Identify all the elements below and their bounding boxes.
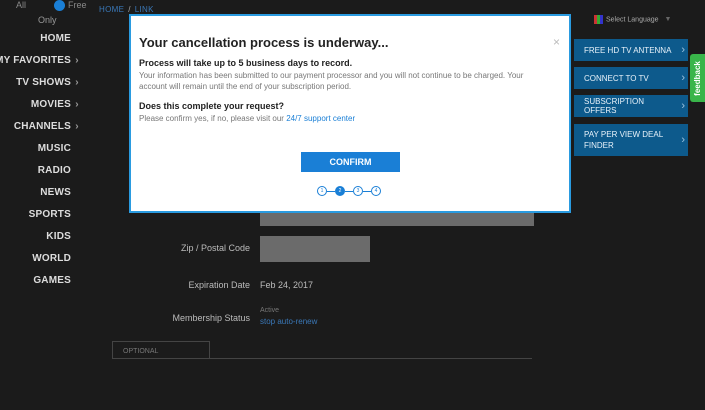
- chevron-right-icon: ›: [681, 72, 685, 84]
- step-2: 2: [335, 186, 345, 196]
- modal-body-support: Please confirm yes, if no, please visit …: [139, 113, 549, 124]
- nav-label: WORLD: [32, 253, 71, 264]
- nav-item-sports[interactable]: SPORTS: [0, 209, 81, 231]
- cancellation-modal: Your cancellation process is underway...…: [129, 14, 571, 213]
- breadcrumb-current: LINK: [134, 5, 154, 14]
- modal-body-info: Your information has been submitted to o…: [139, 71, 524, 91]
- expiration-label: Expiration Date: [188, 280, 250, 290]
- breadcrumb: HOME / LINK: [99, 5, 154, 14]
- close-icon[interactable]: ×: [553, 35, 560, 49]
- nav-item-radio[interactable]: RADIO: [0, 165, 81, 187]
- chevron-right-icon: ›: [75, 77, 79, 88]
- nav-label: NEWS: [40, 187, 71, 198]
- chevron-right-icon: ›: [75, 55, 79, 66]
- nav-item-my-favorites[interactable]: MY FAVORITES ›: [0, 55, 81, 77]
- nav-label: HOME: [40, 33, 71, 44]
- nav-item-news[interactable]: NEWS: [0, 187, 81, 209]
- modal-heading-process: Process will take up to 5 business days …: [139, 58, 353, 68]
- dropdown-caret-icon: ▼: [664, 16, 672, 24]
- language-label: Select Language: [606, 16, 659, 24]
- pay-per-view-deal-finder-button[interactable]: PAY PER VIEW DEAL FINDER ›: [574, 124, 688, 156]
- feedback-tab[interactable]: feedback: [690, 54, 705, 102]
- chevron-right-icon: ›: [681, 44, 685, 56]
- nav-item-music[interactable]: MUSIC: [0, 143, 81, 165]
- language-flag-icon: [594, 15, 603, 24]
- nav-label: MOVIES: [30, 99, 71, 110]
- nav-label: SPORTS: [28, 209, 71, 220]
- side-button-label: SUBSCRIPTION OFFERS: [584, 97, 645, 115]
- step-3: 3: [353, 186, 363, 196]
- step-connector: [363, 190, 371, 192]
- stop-auto-renew-link[interactable]: stop auto-renew: [260, 317, 317, 326]
- nav-label: MUSIC: [37, 143, 71, 154]
- nav-label: TV SHOWS: [16, 77, 71, 88]
- breadcrumb-separator: /: [128, 5, 131, 14]
- main-nav: HOME MY FAVORITES › TV SHOWS › MOVIES › CHA…: [0, 33, 81, 297]
- expiration-value: Feb 24, 2017: [260, 280, 314, 290]
- subscription-offers-button[interactable]: SUBSCRIPTION OFFERS ›: [574, 95, 688, 117]
- tabs-divider: [112, 358, 532, 359]
- nav-item-kids[interactable]: KIDS: [0, 231, 81, 253]
- membership-status: Active: [260, 307, 280, 314]
- connect-to-tv-button[interactable]: CONNECT TO TV ›: [574, 67, 688, 89]
- zip-field[interactable]: [260, 236, 370, 262]
- zip-label: Zip / Postal Code: [180, 243, 250, 253]
- nav-item-tv-shows[interactable]: TV SHOWS ›: [0, 77, 81, 99]
- step-1: 1: [317, 186, 327, 196]
- nav-label: CHANNELS: [13, 121, 71, 132]
- side-button-label: FREE HD TV ANTENNA: [584, 45, 672, 55]
- nav-item-channels[interactable]: CHANNELS ›: [0, 121, 81, 143]
- toggle-dot-icon: [54, 0, 66, 12]
- side-button-label: PAY PER VIEW DEAL FINDER: [584, 130, 663, 150]
- nav-item-world[interactable]: WORLD: [0, 253, 81, 275]
- breadcrumb-home[interactable]: HOME: [99, 5, 124, 14]
- support-center-link[interactable]: 24/7 support center: [286, 114, 355, 123]
- side-button-label: CONNECT TO TV: [584, 73, 649, 83]
- language-selector[interactable]: Select Language ▼: [594, 15, 671, 24]
- all-label: All: [16, 0, 27, 10]
- step-connector: [345, 190, 353, 192]
- free-label: Free: [68, 0, 87, 10]
- support-text: Please confirm yes, if no, please visit …: [139, 114, 287, 123]
- chevron-right-icon: ›: [75, 99, 79, 110]
- nav-item-movies[interactable]: MOVIES ›: [0, 99, 81, 121]
- chevron-right-icon: ›: [75, 121, 79, 132]
- only-label: Only: [38, 15, 57, 25]
- modal-heading-confirm: Does this complete your request?: [139, 101, 285, 111]
- step-connector: [327, 190, 335, 192]
- nav-label: KIDS: [46, 231, 71, 242]
- step-4: 4: [371, 186, 381, 196]
- progress-steps: 1 2 3 4: [317, 186, 381, 196]
- feedback-label: feedback: [693, 60, 702, 96]
- nav-label: GAMES: [33, 275, 71, 286]
- modal-title: Your cancellation process is underway...: [139, 35, 389, 50]
- free-hd-tv-antenna-button[interactable]: FREE HD TV ANTENNA ›: [574, 39, 688, 61]
- chevron-right-icon: ›: [681, 133, 685, 146]
- nav-label: RADIO: [37, 165, 71, 176]
- nav-item-home[interactable]: HOME: [0, 33, 81, 55]
- nav-label: MY FAVORITES: [0, 55, 71, 66]
- chevron-right-icon: ›: [681, 100, 685, 112]
- free-filter-toggle[interactable]: All Free: [16, 0, 87, 12]
- nav-item-games[interactable]: GAMES: [0, 275, 81, 297]
- confirm-button[interactable]: CONFIRM: [301, 152, 400, 172]
- membership-label: Membership Status: [172, 313, 250, 323]
- tab-optional[interactable]: OPTIONAL: [112, 341, 210, 358]
